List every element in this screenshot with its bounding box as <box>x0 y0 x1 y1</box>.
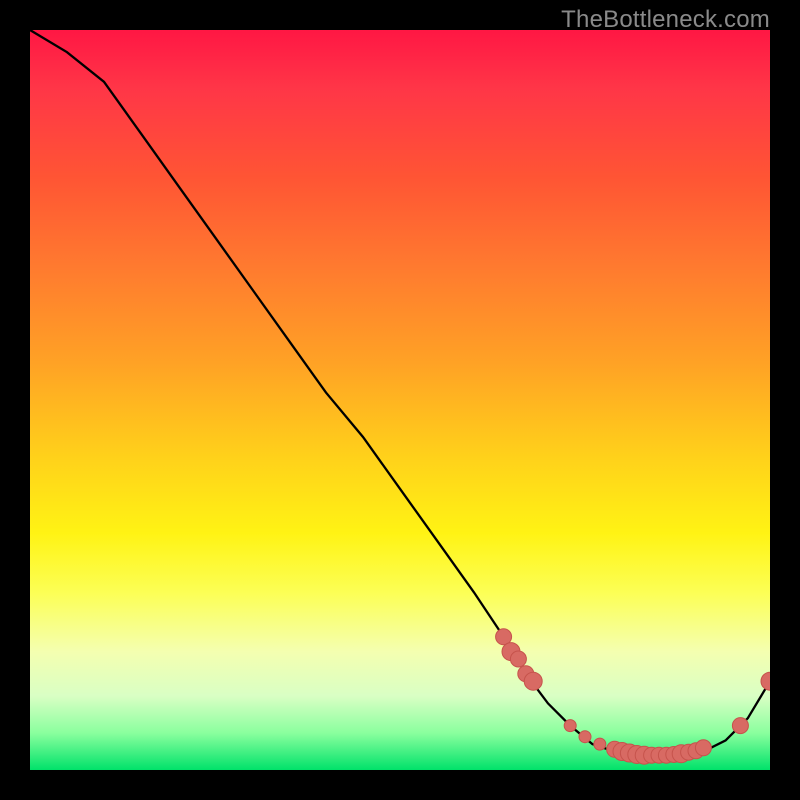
data-marker <box>732 718 748 734</box>
marker-group <box>496 629 770 764</box>
plot-area <box>30 30 770 770</box>
attribution-text: TheBottleneck.com <box>561 6 770 34</box>
bottleneck-curve <box>30 30 770 755</box>
data-marker <box>564 720 576 732</box>
chart-container: TheBottleneck.com <box>0 0 800 800</box>
data-marker <box>524 672 542 690</box>
data-marker <box>594 738 606 750</box>
data-marker <box>761 672 770 690</box>
data-marker <box>579 731 591 743</box>
data-marker <box>695 740 711 756</box>
chart-svg <box>30 30 770 770</box>
data-marker <box>510 651 526 667</box>
